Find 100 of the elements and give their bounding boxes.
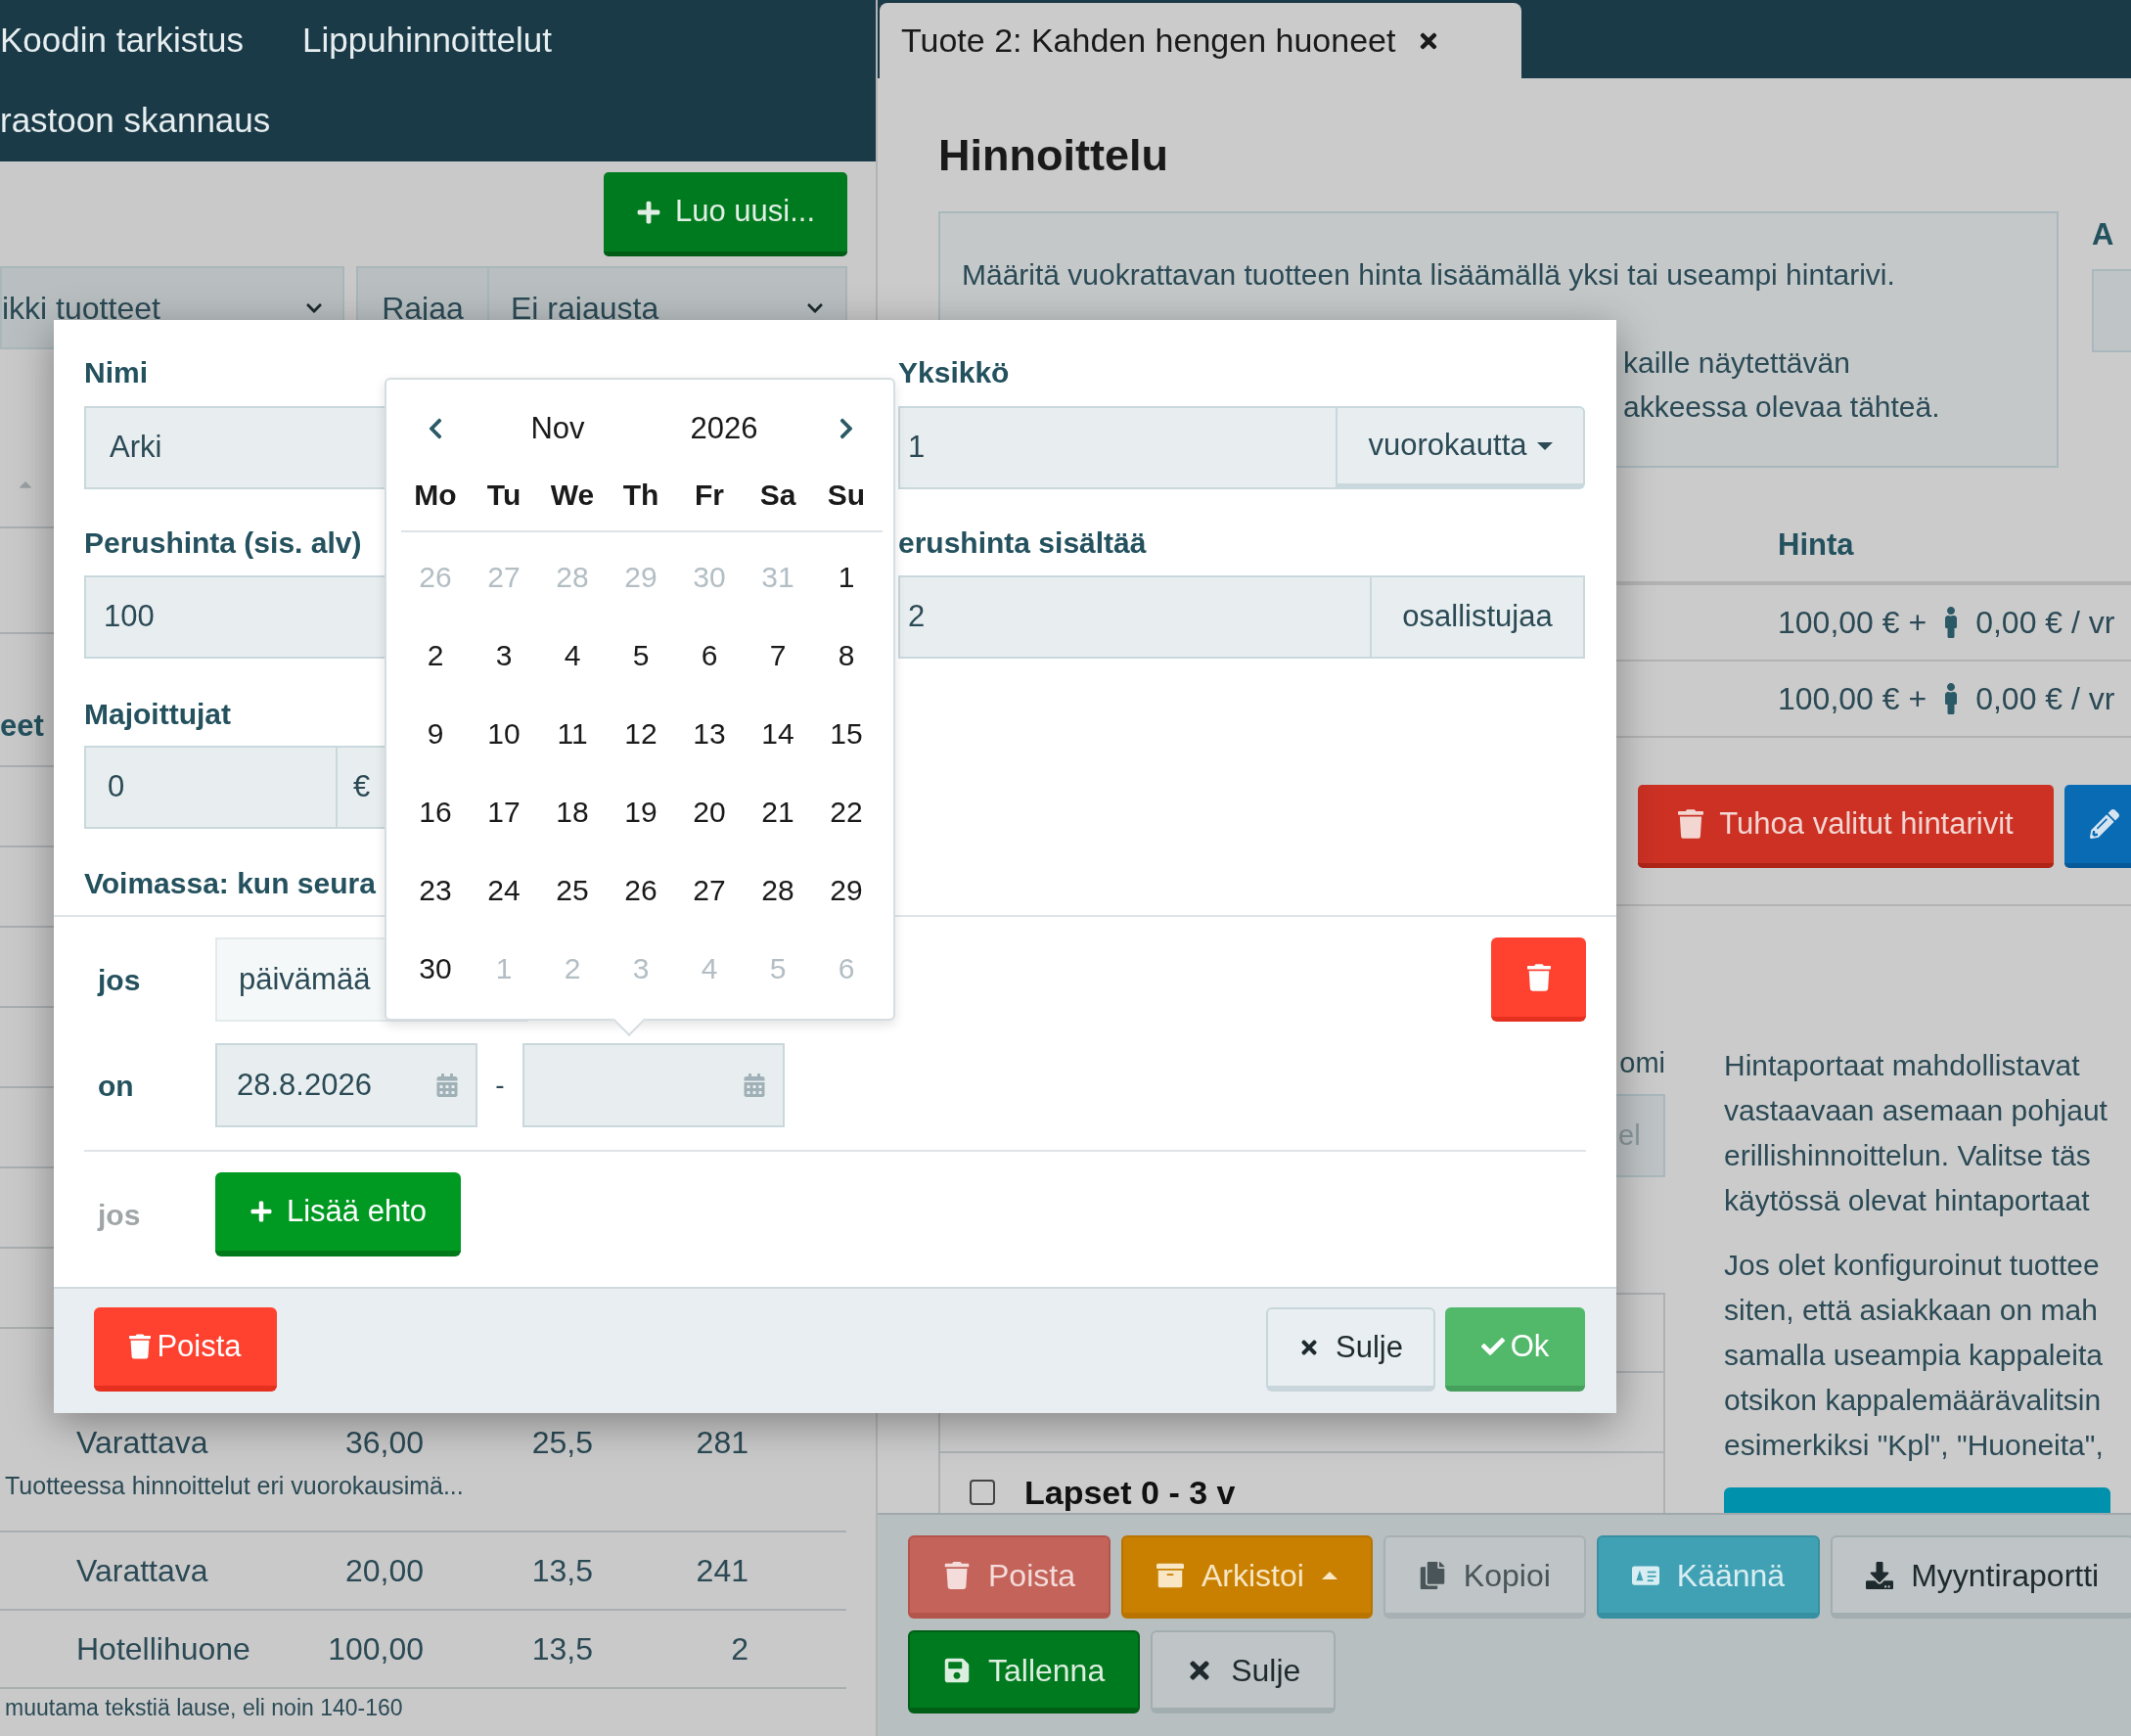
field-label: Nimi <box>84 355 148 390</box>
weekday-label: Tu <box>485 478 522 513</box>
info-text: akkeessa olevaa tähteä. <box>1623 389 1940 425</box>
end-date-input[interactable] <box>522 1043 785 1127</box>
condition-prefix: on <box>97 1068 135 1104</box>
price-per-person-text: 0,00 € / vr <box>1975 680 2115 718</box>
row-note: Tuotteessa hinnoittelut eri vuorokausimä... <box>4 1471 465 1501</box>
month-selector[interactable]: Nov <box>470 405 646 452</box>
remove-condition-button[interactable] <box>1491 937 1586 1022</box>
chevron-right-icon <box>838 417 855 440</box>
delete-rows-button[interactable]: Tuhoa valitut hintarivit <box>1638 785 2054 868</box>
table-cell-text: 25,5 <box>530 1424 593 1462</box>
calendar-icon <box>744 1074 765 1097</box>
calendar-day[interactable]: 5 <box>607 632 675 677</box>
caret-down-icon <box>1536 441 1553 450</box>
column-heading: eet <box>0 708 44 744</box>
included-count-input[interactable]: 2 <box>898 575 1372 659</box>
copy-icon <box>1418 1561 1446 1589</box>
plus-icon <box>635 199 661 225</box>
nav-link[interactable]: Koodin tarkistus <box>0 14 245 67</box>
calendar-day[interactable]: 2 <box>401 632 470 677</box>
edit-button[interactable] <box>2064 785 2131 868</box>
weekday-label: Sa <box>758 478 797 513</box>
table-cell-text: 20,00 <box>343 1552 424 1590</box>
participants-addon: osallistujaa <box>1372 575 1585 659</box>
nav-link[interactable]: Lippuhinnoittelut <box>302 14 552 67</box>
trash-icon <box>1678 809 1704 839</box>
guests-input[interactable]: 0 <box>84 746 338 829</box>
plus-icon <box>249 1200 273 1223</box>
download-icon <box>1866 1561 1894 1589</box>
weekday-label: Su <box>826 478 867 513</box>
help-paragraph: Jos olet konfiguroinut tuottee siten, että asiakkaan on mah samalla useampia kappaleita otsikon kappalemäärävalitsin esimerkiksi "Kpl", "Huoneita", <box>1724 1248 2105 1463</box>
info-text: kaille näytettävän <box>1623 345 1850 381</box>
table-cell-text: 281 <box>695 1424 748 1462</box>
calendar-day[interactable]: 27 <box>675 867 744 912</box>
add-condition-button[interactable]: Lisää ehto <box>215 1172 461 1256</box>
calendar-day[interactable]: 26 <box>607 867 675 912</box>
section-heading: Hinnoittelu <box>938 129 1169 182</box>
start-date-input[interactable]: 28.8.2026 <box>215 1043 477 1127</box>
calendar-day[interactable]: 7 <box>744 632 812 677</box>
table-cell-text: 13,5 <box>530 1630 593 1668</box>
close-button[interactable]: Sulje <box>1266 1307 1435 1392</box>
create-new-button[interactable]: Luo uusi... <box>604 172 847 256</box>
calendar-day[interactable]: 23 <box>401 867 470 912</box>
pencil-icon <box>2090 809 2119 839</box>
condition-prefix: jos <box>96 1197 142 1233</box>
calendar-day[interactable]: 4 <box>538 632 607 677</box>
table-cell-text: 36,00 <box>343 1424 424 1462</box>
row-note: muutama tekstiä lause, eli noin 140-160 <box>4 1694 404 1722</box>
calendar-day[interactable]: 1 <box>812 554 881 599</box>
close-button[interactable]: Sulje <box>1151 1630 1337 1713</box>
weekday-label: We <box>549 478 596 513</box>
chevron-left-icon <box>427 417 444 440</box>
price-text: 100,00 € + <box>1778 680 1927 718</box>
field-label: Yksikkö <box>898 355 1010 390</box>
calendar-day[interactable]: 8 <box>812 632 881 677</box>
report-button[interactable]: Myyntiraportti <box>1831 1535 2131 1619</box>
table-cell-text: Varattava <box>76 1552 209 1590</box>
calendar-day[interactable]: 30 <box>401 945 470 990</box>
info-text: Määritä vuokrattavan tuotteen hinta lisäämällä yksi tai useampi hintarivi. <box>962 257 1895 293</box>
save-button[interactable]: Tallenna <box>908 1630 1141 1713</box>
weekday-label: Th <box>621 478 660 513</box>
price-text: 100,00 € + <box>1778 604 1927 642</box>
copy-button[interactable]: Kopioi <box>1383 1535 1586 1619</box>
unit-dropdown[interactable]: vuorokautta <box>1338 406 1585 489</box>
calendar-day[interactable]: 6 <box>675 632 744 677</box>
calendar-day[interactable]: 29 <box>812 867 881 912</box>
condition-prefix: jos <box>96 962 142 998</box>
field-label: A <box>2092 216 2115 253</box>
check-icon <box>1480 1335 1505 1358</box>
calendar-day[interactable]: 3 <box>470 632 538 677</box>
calendar-icon <box>436 1074 458 1097</box>
price-per-person-text: 0,00 € / vr <box>1975 604 2115 642</box>
field-label: Perushinta (sis. alv) <box>84 525 362 561</box>
table-cell-text: 2 <box>730 1630 748 1668</box>
trash-icon <box>1526 963 1551 991</box>
table-cell-text: Hotellihuone <box>76 1630 251 1668</box>
archive-box-icon <box>1156 1561 1184 1589</box>
calendar-day[interactable]: 25 <box>538 867 607 912</box>
calendar-day[interactable]: 28 <box>744 867 812 912</box>
weekday-label: Fr <box>694 478 725 513</box>
table-cell-text: 241 <box>695 1552 748 1590</box>
field-label: omi <box>1619 1046 1665 1080</box>
section-label: Voimassa: kun seura <box>84 866 376 901</box>
table-cell-text: 13,5 <box>530 1552 593 1590</box>
trash-icon <box>129 1333 152 1360</box>
trash-icon <box>943 1561 971 1589</box>
column-heading: Hinta <box>1778 525 1854 564</box>
field-label: Majoittujat <box>84 697 231 732</box>
calendar-day[interactable]: 24 <box>470 867 538 912</box>
table-cell-text: 100,00 <box>327 1630 424 1668</box>
table-cell-text: Varattava <box>76 1424 209 1462</box>
field-label: erushinta sisältää <box>898 525 1147 561</box>
help-paragraph: Hintaportaat mahdollistavat vastaavaan asemaan pohjaut erillishinnoittelun. Valitse täs käytössä olevat hintaportaat <box>1724 1048 2108 1218</box>
checkbox-label: Lapset 0 - 3 v <box>1024 1472 1236 1513</box>
nav-link[interactable]: rastoon skannaus <box>0 94 271 147</box>
year-selector[interactable]: 2026 <box>646 405 802 452</box>
tab[interactable]: Tuote 2: Kahden hengen huoneet <box>880 3 1521 78</box>
checkbox[interactable] <box>970 1480 995 1505</box>
unit-count-input[interactable]: 1 <box>898 406 1338 489</box>
